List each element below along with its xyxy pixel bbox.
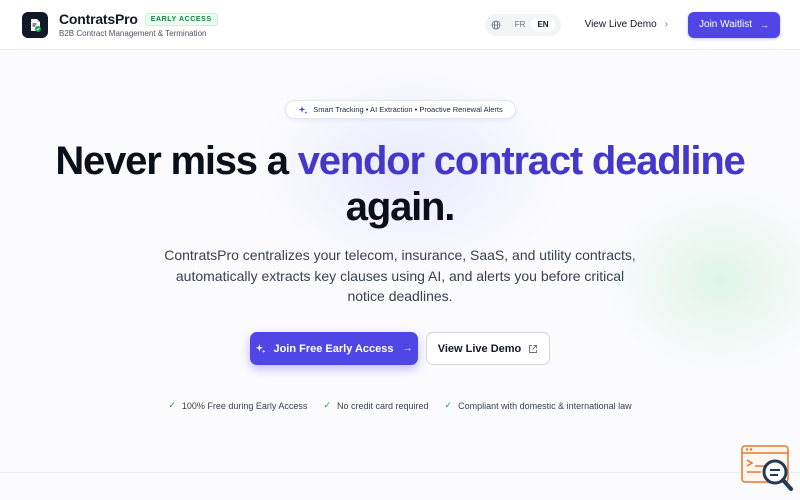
hero-title-accent: vendor contract deadline — [297, 139, 746, 183]
early-access-badge: EARLY ACCESS — [144, 12, 218, 26]
view-live-demo-button[interactable]: View Live Demo — [426, 332, 550, 365]
join-waitlist-button[interactable]: Join Waitlist → — [688, 11, 780, 38]
list-item: ✓ Compliant with domestic & internationa… — [445, 400, 632, 411]
feature-pill: Smart Tracking • AI Extraction • Proacti… — [285, 100, 516, 119]
feature-text: 100% Free during Early Access — [181, 400, 308, 411]
checkmark-icon: ✓ — [444, 400, 453, 410]
view-live-demo-button-label: View Live Demo — [437, 342, 522, 355]
brand-name[interactable]: ContratsPro — [59, 11, 138, 27]
language-option-en[interactable]: EN — [531, 17, 555, 32]
chevron-right-icon: › — [664, 19, 669, 30]
globe-icon — [491, 20, 501, 30]
checkmark-icon: ✓ — [168, 400, 176, 410]
feature-text: Compliant with domestic & international … — [458, 400, 632, 411]
search-analytics-icon[interactable] — [741, 444, 793, 492]
header-actions: FR EN View Live Demo › Join Waitlist → — [484, 11, 780, 38]
sparkles-icon — [255, 343, 267, 354]
feature-text: No credit card required — [336, 400, 429, 411]
feature-list: ✓ 100% Free during Early Access ✓ No cre… — [0, 400, 800, 411]
feature-pill-text: Smart Tracking • AI Extraction • Proacti… — [313, 105, 503, 114]
section-divider — [0, 472, 800, 473]
hero-title: Never miss a vendor contract deadline ag… — [0, 138, 800, 230]
hero-title-end: again — [345, 185, 446, 229]
list-item: ✓ 100% Free during Early Access — [168, 400, 307, 411]
view-live-demo-link[interactable]: View Live Demo › — [585, 19, 668, 30]
hero-title-period: . — [444, 185, 455, 229]
top-nav: ContratsPro EARLY ACCESS B2B Contract Ma… — [0, 0, 800, 50]
list-item: ✓ No credit card required — [323, 400, 428, 411]
sparkles-icon — [298, 105, 308, 115]
arrow-right-icon: → — [402, 343, 413, 354]
join-free-early-access-button[interactable]: Join Free Early Access → — [250, 332, 418, 365]
hero-description: ContratsPro centralizes your telecom, in… — [164, 247, 636, 304]
brand-tagline: B2B Contract Management & Termination — [59, 29, 207, 38]
join-waitlist-label: Join Waitlist — [699, 19, 752, 30]
brand-block: ContratsPro EARLY ACCESS B2B Contract Ma… — [59, 11, 218, 38]
document-check-icon[interactable] — [22, 11, 48, 38]
checkmark-icon: ✓ — [323, 400, 331, 410]
language-switcher: FR EN — [484, 13, 561, 36]
arrow-right-icon: → — [760, 19, 769, 30]
view-live-demo-label: View Live Demo — [584, 19, 657, 30]
language-option-fr[interactable]: FR — [509, 20, 532, 29]
external-link-icon — [528, 344, 538, 354]
join-free-early-access-label: Join Free Early Access — [273, 342, 394, 355]
hero-title-start: Never miss a — [55, 139, 298, 183]
